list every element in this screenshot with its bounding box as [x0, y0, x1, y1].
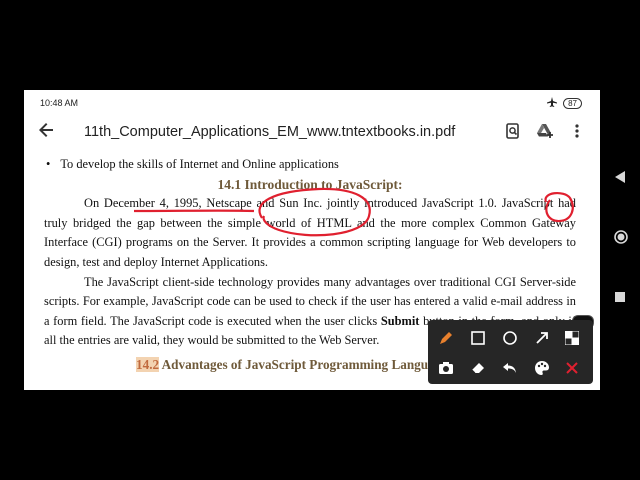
pen-icon[interactable] [436, 328, 456, 348]
heading-2-text: Advantages of JavaScript Programming Lan… [161, 356, 448, 372]
back-triangle-icon[interactable] [614, 170, 628, 184]
eraser-icon[interactable] [468, 358, 488, 378]
palette-icon[interactable] [532, 358, 552, 378]
search-doc-icon[interactable] [504, 122, 522, 140]
home-circle-icon[interactable] [614, 230, 628, 244]
bullet-text: To develop the skills of Internet and On… [60, 157, 339, 171]
drive-add-icon[interactable] [536, 122, 554, 140]
bullet-item: • To develop the skills of Internet and … [44, 155, 576, 175]
close-icon[interactable] [562, 358, 582, 378]
circle-icon[interactable] [500, 328, 520, 348]
heading-2-number: 14.2 [136, 356, 160, 372]
undo-icon[interactable] [500, 358, 520, 378]
document-title: 11th_Computer_Applications_EM_www.tntext… [84, 124, 456, 140]
recents-square-icon[interactable] [614, 290, 628, 304]
mosaic-icon[interactable] [562, 328, 582, 348]
paragraph-1: On December 4, 1995, Netscape and Sun In… [44, 196, 576, 269]
back-arrow-icon[interactable] [38, 122, 54, 143]
annotation-toolbar [428, 320, 593, 384]
more-vert-icon[interactable] [568, 122, 586, 140]
submit-bold: Submit [380, 313, 420, 328]
app-bar: 11th_Computer_Applications_EM_www.tntext… [24, 116, 600, 148]
arrow-icon[interactable] [532, 328, 552, 348]
airplane-icon [547, 97, 558, 109]
bullet-dot: • [46, 157, 51, 171]
section-heading: 14.1 Introduction to JavaScript: [217, 176, 403, 192]
status-bar: 10:48 AM 87 [24, 90, 600, 116]
rectangle-icon[interactable] [468, 328, 488, 348]
status-time: 10:48 AM [40, 98, 79, 108]
camera-icon[interactable] [436, 358, 456, 378]
battery-icon: 87 [563, 97, 582, 109]
nav-bar [604, 160, 640, 320]
